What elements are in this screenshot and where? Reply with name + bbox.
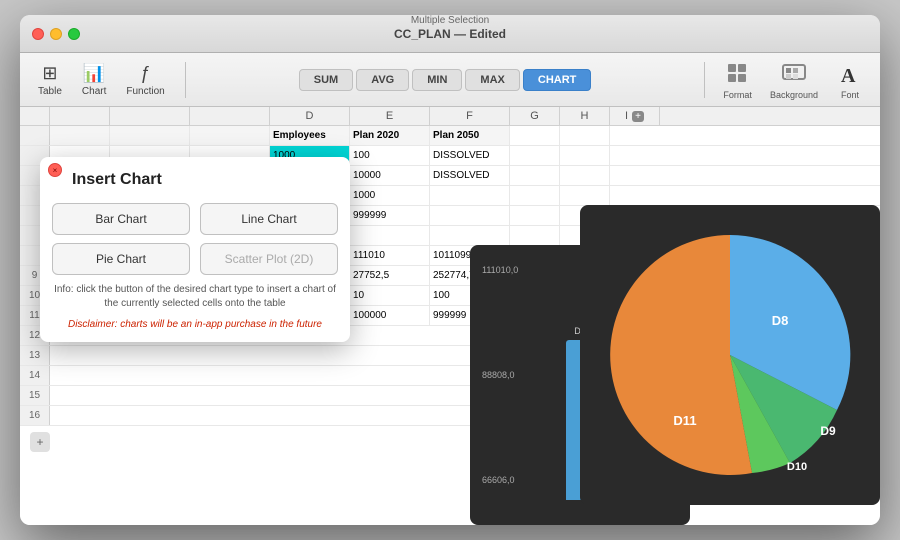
header-employees[interactable]: Employees [270,126,350,145]
format-label: Format [723,90,752,100]
chart-sel-button[interactable]: CHART [523,69,592,91]
col-a-header [50,107,110,125]
scatter-plot-button: Scatter Plot (2D) [200,243,338,275]
col-e-header: E [350,107,430,125]
insert-chart-dialog: × Insert Chart Bar Chart Line Chart Pie … [40,157,350,342]
col-b-header [110,107,190,125]
table-button[interactable]: ⊞ Table [30,59,70,101]
multiple-selection-label: Multiple Selection [411,15,489,26]
min-button[interactable]: MIN [412,69,462,91]
chart-icon: 📊 [83,63,105,84]
col-c-header [190,107,270,125]
chart-label: Chart [82,86,106,97]
chart-type-buttons-row1: Bar Chart Line Chart [52,203,338,235]
toolbar: ⊞ Table 📊 Chart ƒ Function Multiple Sele… [20,53,880,107]
pie-label-d11: D11 [673,413,696,428]
function-icon: ƒ [141,63,151,84]
toolbar-left: ⊞ Table 📊 Chart ƒ Function [30,59,173,101]
dialog-info: Info: click the button of the desired ch… [52,283,338,311]
col-f-header: F [430,107,510,125]
selection-controls: Multiple Selection SUM AVG MIN MAX CHART [299,69,592,91]
dialog-close-button[interactable]: × [48,163,62,177]
pie-chart-button[interactable]: Pie Chart [52,243,190,275]
chart-button[interactable]: 📊 Chart [74,59,114,101]
selection-buttons: SUM AVG MIN MAX CHART [299,69,592,91]
pie-label-d10: D10 [787,461,807,473]
window-title-area: CC_PLAN — Edited [394,27,506,41]
font-button[interactable]: A Font [830,58,870,102]
pie-label-d9: D9 [820,424,836,438]
y-label-bot: 66606,0 [482,475,518,485]
pie-chart-svg: D8 D9 D10 D11 [590,215,870,495]
maximize-button[interactable] [68,28,80,40]
format-button[interactable]: Format [717,58,758,102]
line-chart-button[interactable]: Line Chart [200,203,338,235]
traffic-lights [32,28,80,40]
font-label: Font [841,90,859,100]
table-icon: ⊞ [42,63,57,84]
y-label-mid: 88808,0 [482,370,518,380]
header-plan2020[interactable]: Plan 2020 [350,126,430,145]
function-button[interactable]: ƒ Function [118,59,172,101]
svg-text:A: A [841,65,856,87]
bar-chart-button[interactable]: Bar Chart [52,203,190,235]
bar-chart-y-labels: 111010,0 88808,0 66606,0 [482,265,518,485]
add-col-btn[interactable]: + [632,111,644,122]
minimize-button[interactable] [50,28,62,40]
close-button[interactable] [32,28,44,40]
col-i-header: I + [610,107,660,125]
avg-button[interactable]: AVG [356,69,409,91]
format-section: Format Background A Font [717,58,870,102]
font-icon: A [836,60,864,88]
max-button[interactable]: MAX [465,69,519,91]
header-plan2050[interactable]: Plan 2050 [430,126,510,145]
background-label: Background [770,90,818,100]
table-label: Table [38,86,62,97]
format-icon [724,60,752,88]
dialog-disclaimer: Disclaimer: charts will be an in-app pur… [52,319,338,330]
background-icon [780,60,808,88]
pie-chart: D8 D9 D10 D11 [580,205,880,505]
charts-overlay: 111010,0 88808,0 66606,0 D8 D11 [460,205,880,525]
chart-type-buttons-row2: Pie Chart Scatter Plot (2D) [52,243,338,275]
col-g-header: G [510,107,560,125]
dialog-title: Insert Chart [52,169,338,189]
pie-label-d8: D8 [772,313,789,328]
column-headers: D E F G H I + [20,107,880,126]
background-button[interactable]: Background [764,58,824,102]
y-label-top: 111010,0 [482,265,518,275]
toolbar-divider-2 [704,62,705,98]
main-area: D E F G H I + Employees Plan 2020 Plan 2… [20,107,880,525]
row-num-header [20,107,50,125]
sub-header-row: Employees Plan 2020 Plan 2050 [20,126,880,146]
toolbar-divider-1 [185,62,186,98]
app-window: CC_PLAN — Edited ⊞ Table 📊 Chart ƒ Funct… [20,15,880,525]
add-row-button[interactable]: + [30,432,50,452]
col-h-header: H [560,107,610,125]
sum-button[interactable]: SUM [299,69,353,91]
function-label: Function [126,86,164,97]
col-d-header: D [270,107,350,125]
window-title: CC_PLAN — Edited [394,27,506,41]
